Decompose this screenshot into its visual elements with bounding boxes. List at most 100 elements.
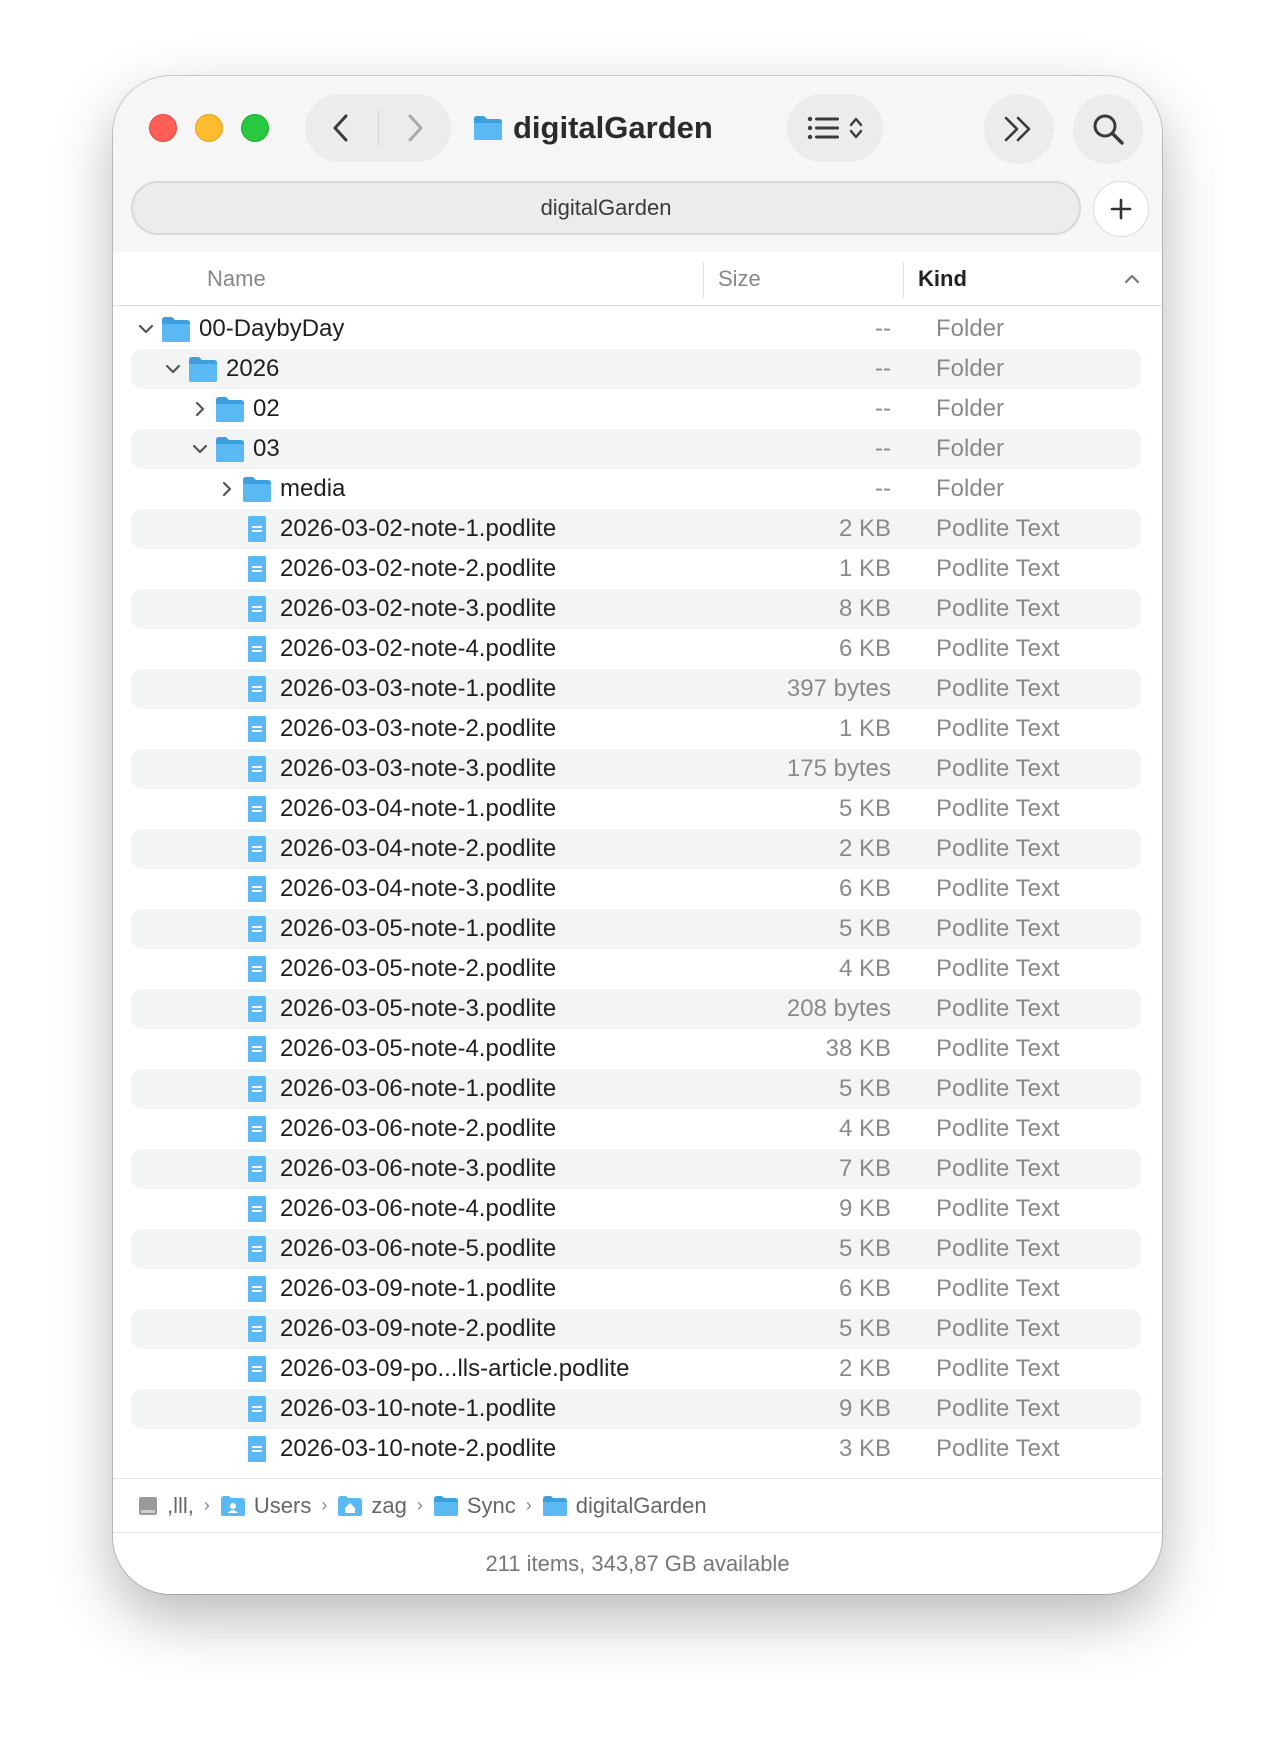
view-options-button[interactable]: [787, 94, 883, 162]
item-kind: Podlite Text: [936, 795, 1060, 822]
path-bar: ,lll, › Users › zag › Sync › digitalGarden: [113, 1478, 1162, 1532]
file-row[interactable]: 2026-03-03-note-3.podlite 175 bytes Podlit…: [131, 749, 1141, 789]
file-row[interactable]: 2026-03-04-note-1.podlite 5 KB Podlite Tex…: [131, 789, 1141, 829]
file-row[interactable]: 2026-03-06-note-3.podlite 7 KB Podlite Tex…: [131, 1149, 1141, 1189]
item-kind: Podlite Text: [936, 595, 1060, 622]
file-row[interactable]: 2026-03-04-note-3.podlite 6 KB Podlite Tex…: [131, 869, 1141, 909]
folder-row[interactable]: 03 -- Folder: [131, 429, 1141, 469]
item-kind: Podlite Text: [936, 1075, 1060, 1102]
item-name: 2026-03-05-note-1.podlite: [280, 915, 557, 942]
search-icon: [1093, 114, 1124, 145]
path-bar-item[interactable]: ,lll,: [137, 1493, 194, 1519]
item-size: 4 KB: [838, 955, 891, 982]
file-row[interactable]: 2026-03-09-note-2.podlite 5 KB Podlite Tex…: [131, 1309, 1141, 1349]
new-tab-button[interactable]: [1093, 181, 1149, 237]
folder-row[interactable]: 00-DaybyDay -- Folder: [131, 309, 1141, 349]
item-kind: Podlite Text: [936, 1355, 1060, 1382]
file-row[interactable]: 2026-03-02-note-2.podlite 1 KB Podlite Tex…: [131, 549, 1141, 589]
item-size: 1 KB: [838, 555, 891, 582]
file-row[interactable]: 2026-03-06-note-1.podlite 5 KB Podlite Tex…: [131, 1069, 1141, 1109]
file-row[interactable]: 2026-03-05-note-3.podlite 208 bytes Podlit…: [131, 989, 1141, 1029]
item-name: 02: [253, 395, 280, 422]
window-title: digitalGarden: [473, 102, 713, 154]
disclosure-chevron-down-icon: [138, 324, 154, 334]
file-row[interactable]: 2026-03-02-note-1.podlite 2 KB Podlite Tex…: [131, 509, 1141, 549]
item-name: 2026-03-04-note-3.podlite: [280, 875, 557, 902]
file-row[interactable]: 2026-03-05-note-4.podlite 38 KB Podlite Te…: [131, 1029, 1141, 1069]
file-row[interactable]: 2026-03-06-note-5.podlite 5 KB Podlite Tex…: [131, 1229, 1141, 1269]
item-size: 5 KB: [838, 795, 891, 822]
file-row[interactable]: 2026-03-09-note-1.podlite 6 KB Podlite Tex…: [131, 1269, 1141, 1309]
folder-row[interactable]: 2026 -- Folder: [131, 349, 1141, 389]
navigation-group: [305, 94, 451, 162]
item-name: 2026-03-10-note-1.podlite: [280, 1395, 557, 1422]
sort-ascending-chevron-icon[interactable]: [1123, 270, 1141, 288]
file-row[interactable]: 2026-03-05-note-1.podlite 5 KB Podlite Tex…: [131, 909, 1141, 949]
disclosure-chevron-right-icon: [222, 481, 232, 497]
disclosure-triangle[interactable]: [135, 318, 157, 340]
folder-icon: [216, 437, 244, 462]
file-row[interactable]: 2026-03-10-note-2.podlite 3 KB Podlite Tex…: [131, 1429, 1141, 1469]
item-kind: Podlite Text: [936, 955, 1060, 982]
item-name: 2026-03-02-note-1.podlite: [280, 515, 557, 542]
item-size: 38 KB: [825, 1035, 891, 1062]
path-bar-item-label: Sync: [466, 1492, 516, 1518]
up-down-chevron-icon: [849, 117, 863, 139]
column-header-kind[interactable]: Kind: [918, 252, 967, 306]
file-row[interactable]: 2026-03-10-note-1.podlite 9 KB Podlite Tex…: [131, 1389, 1141, 1429]
path-bar-item[interactable]: digitalGarden: [542, 1493, 707, 1519]
status-text: 211 items, 343,87 GB available: [485, 1550, 790, 1576]
zoom-button[interactable]: [241, 114, 269, 142]
file-row[interactable]: 2026-03-02-note-4.podlite 6 KB Podlite Tex…: [131, 629, 1141, 669]
path-bar-item-label: digitalGarden: [575, 1492, 707, 1518]
list-view-icon: [807, 116, 839, 140]
file-row[interactable]: 2026-03-06-note-4.podlite 9 KB Podlite Tex…: [131, 1189, 1141, 1229]
path-bar-item[interactable]: Sync: [433, 1493, 516, 1519]
chevron-right-icon: [408, 114, 423, 142]
item-kind: Podlite Text: [936, 915, 1060, 942]
folder-row[interactable]: media -- Folder: [131, 469, 1141, 509]
disclosure-triangle[interactable]: [189, 438, 211, 460]
disclosure-triangle[interactable]: [162, 358, 184, 380]
item-size: 6 KB: [838, 635, 891, 662]
folder-row[interactable]: 02 -- Folder: [131, 389, 1141, 429]
item-name: 2026-03-05-note-4.podlite: [280, 1035, 557, 1062]
path-bar-item[interactable]: zag: [337, 1493, 407, 1519]
item-size: 9 KB: [838, 1395, 891, 1422]
file-row[interactable]: 2026-03-05-note-2.podlite 4 KB Podlite Tex…: [131, 949, 1141, 989]
folder-icon: [189, 357, 217, 382]
column-header-size[interactable]: Size: [718, 252, 761, 306]
folder-icon: [433, 1495, 458, 1516]
column-divider[interactable]: [703, 262, 704, 298]
podlite-file-icon: [248, 756, 266, 782]
file-row[interactable]: 2026-03-02-note-3.podlite 8 KB Podlite Tex…: [131, 589, 1141, 629]
podlite-file-icon: [248, 1196, 266, 1222]
item-size: 5 KB: [838, 915, 891, 942]
podlite-file-icon: [248, 876, 266, 902]
folder-icon: [542, 1495, 567, 1516]
file-row[interactable]: 2026-03-03-note-1.podlite 397 bytes Podlit…: [131, 669, 1141, 709]
back-button[interactable]: [305, 94, 378, 162]
column-divider[interactable]: [903, 262, 904, 298]
path-bar-item[interactable]: Users: [220, 1493, 311, 1519]
item-name: 2026-03-09-note-1.podlite: [280, 1275, 557, 1302]
item-name: 00-DaybyDay: [199, 315, 345, 342]
tab-bar-current-tab[interactable]: digitalGarden: [131, 181, 1081, 235]
column-header-name[interactable]: Name: [207, 252, 266, 306]
item-name: 2026-03-09-note-2.podlite: [280, 1315, 557, 1342]
forward-button[interactable]: [379, 94, 452, 162]
disclosure-triangle[interactable]: [189, 398, 211, 420]
disclosure-triangle[interactable]: [216, 478, 238, 500]
podlite-file-icon: [248, 556, 266, 582]
close-button[interactable]: [149, 114, 177, 142]
minimize-button[interactable]: [195, 114, 223, 142]
item-kind: Folder: [936, 395, 1005, 422]
file-row[interactable]: 2026-03-03-note-2.podlite 1 KB Podlite Tex…: [131, 709, 1141, 749]
item-kind: Podlite Text: [936, 1155, 1060, 1182]
file-row[interactable]: 2026-03-04-note-2.podlite 2 KB Podlite Tex…: [131, 829, 1141, 869]
search-button[interactable]: [1073, 94, 1143, 164]
file-row[interactable]: 2026-03-06-note-2.podlite 4 KB Podlite Tex…: [131, 1109, 1141, 1149]
more-toolbar-items-button[interactable]: [984, 94, 1054, 164]
file-row[interactable]: 2026-03-09-po...lls-article.podlite 2 KB P…: [131, 1349, 1141, 1389]
item-name: 2026-03-06-note-3.podlite: [280, 1155, 557, 1182]
